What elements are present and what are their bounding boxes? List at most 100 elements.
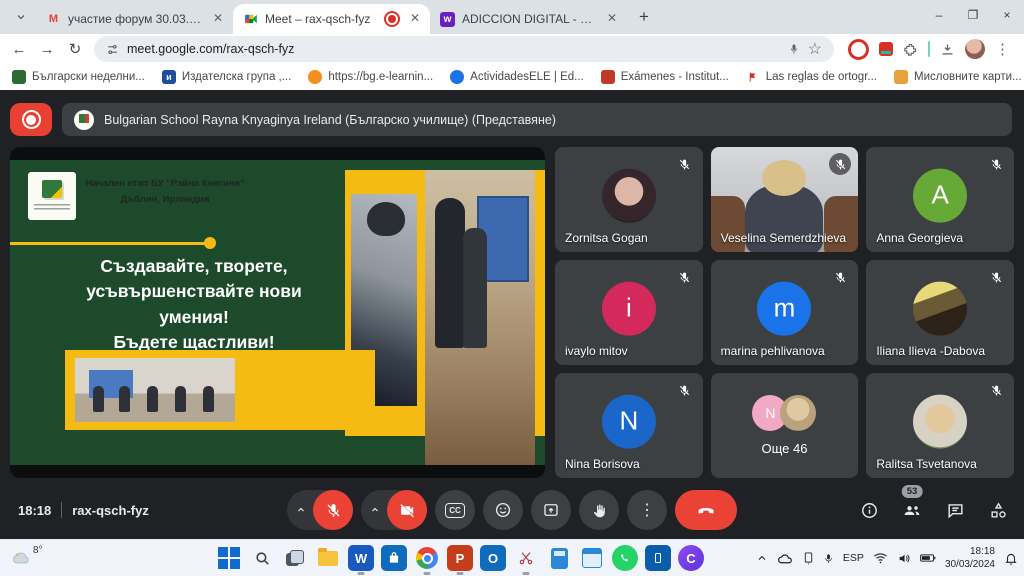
tab-close-icon[interactable]: ✕ [407, 11, 423, 27]
bookmark-favicon-icon [308, 70, 322, 84]
extensions-puzzle-icon[interactable] [903, 42, 918, 57]
calendar-button[interactable] [579, 545, 605, 571]
snipping-tool-button[interactable] [513, 545, 539, 571]
outlook-app-button[interactable]: O [480, 545, 506, 571]
profile-avatar[interactable] [965, 39, 985, 59]
chat-panel-button[interactable] [943, 498, 967, 522]
tray-expand-chevron-icon[interactable] [756, 552, 768, 564]
recording-indicator-button[interactable] [10, 103, 52, 136]
bookmark-item[interactable]: https://bg.e-learnin... [308, 70, 433, 84]
back-button[interactable]: ← [6, 36, 32, 62]
adblock-extension-icon[interactable] [848, 39, 869, 60]
tab-gmail-forum[interactable]: M участие форум 30.03. - asocia ✕ [36, 4, 233, 34]
presentation-title-bar: Bulgarian School Rayna Knyaginya Ireland… [62, 103, 1012, 136]
bookmarks-bar: Български неделни... и Издателска група … [0, 64, 1024, 90]
camera-control-group [361, 490, 427, 530]
bookmark-item[interactable]: Exámenes - Institut... [601, 70, 729, 84]
participant-tile[interactable]: Zornitsa Gogan [555, 147, 703, 252]
address-bar[interactable]: meet.google.com/rax-qsch-fyz ☆ [94, 36, 834, 62]
start-button[interactable] [216, 545, 242, 571]
raise-hand-button[interactable] [579, 490, 619, 530]
slide-title-text: Създавайте, творете, усъвършенствайте но… [24, 254, 364, 356]
bookmark-item[interactable]: и Издателска група ,... [162, 70, 291, 84]
participant-avatar-letter: N [602, 394, 656, 448]
activities-button[interactable] [986, 498, 1010, 522]
overflow-avatar-photo [780, 395, 816, 431]
search-button[interactable] [249, 545, 275, 571]
taskbar-weather-widget[interactable]: 8° [10, 548, 43, 568]
downloads-icon[interactable] [940, 42, 955, 57]
camera-options-chevron-icon[interactable] [363, 504, 387, 516]
bookmark-item[interactable]: Български неделни... [12, 70, 145, 84]
participant-tile[interactable]: N Nina Borisova [555, 373, 703, 478]
mic-off-icon [985, 266, 1007, 288]
bookmark-item[interactable]: Мисловните карти... [894, 70, 1022, 84]
new-tab-button[interactable]: + [631, 4, 657, 30]
mic-options-chevron-icon[interactable] [289, 504, 313, 516]
bookmark-star-icon[interactable]: ☆ [808, 39, 822, 59]
browser-menu-icon[interactable]: ⋮ [995, 40, 1010, 58]
tab-wordwall[interactable]: w ADICCION DIGITAL - Resultado ✕ [430, 4, 627, 34]
tab-search-button[interactable] [8, 4, 34, 30]
mic-off-icon [985, 379, 1007, 401]
whatsapp-button[interactable] [612, 545, 638, 571]
device-icon[interactable] [803, 551, 814, 565]
mic-toggle-button-muted[interactable] [313, 490, 353, 530]
class-group-photo [75, 358, 235, 422]
window-close-button[interactable]: × [990, 0, 1024, 30]
wifi-icon[interactable] [873, 552, 888, 564]
meeting-details-button[interactable] [857, 498, 881, 522]
participant-tile[interactable]: Ralitsa Tsvetanova [866, 373, 1014, 478]
tray-mic-icon[interactable] [823, 552, 834, 565]
participant-tile[interactable]: A Anna Georgieva [866, 147, 1014, 252]
url-text[interactable]: meet.google.com/rax-qsch-fyz [127, 42, 780, 56]
people-panel-button[interactable]: 53 [900, 498, 924, 522]
microsoft-store-button[interactable] [381, 545, 407, 571]
participant-tile[interactable]: m marina pehlivanova [711, 260, 859, 365]
bookmark-item[interactable]: Las reglas de ortogr... [746, 70, 877, 84]
red-extension-icon[interactable] [879, 42, 893, 56]
reactions-button[interactable] [483, 490, 523, 530]
extension-area: ⋮ [840, 39, 1018, 60]
site-settings-icon[interactable] [106, 43, 119, 56]
end-call-button[interactable] [675, 490, 737, 530]
participant-tile-video[interactable]: Veselina Semerdzhieva [711, 147, 859, 252]
bookmark-flag-icon [746, 70, 760, 84]
captions-button[interactable]: CC [435, 490, 475, 530]
overflow-participants-tile[interactable]: N Още 46 [711, 373, 859, 478]
task-view-button[interactable] [282, 545, 308, 571]
powerpoint-app-button[interactable]: P [447, 545, 473, 571]
participant-name: Anna Georgieva [876, 231, 963, 245]
camera-toggle-button-off[interactable] [387, 490, 427, 530]
meeting-time: 18:18 [18, 503, 51, 518]
phone-link-button[interactable] [645, 545, 671, 571]
taskbar-icons: W P O C [216, 545, 704, 571]
window-restore-button[interactable]: ❐ [956, 0, 990, 30]
bookmark-item[interactable]: ActividadesELE | Ed... [450, 70, 584, 84]
participant-tile[interactable]: i ivaylo mitov [555, 260, 703, 365]
reload-button[interactable]: ↻ [62, 36, 88, 62]
chrome-button[interactable] [414, 545, 440, 571]
recording-icon [22, 110, 41, 129]
battery-icon[interactable] [920, 553, 936, 563]
slide-header-line2: Дъблин, Ирландия [80, 192, 250, 208]
tab-close-icon[interactable]: ✕ [604, 11, 620, 27]
window-minimize-button[interactable]: – [922, 0, 956, 30]
more-options-button[interactable]: ⋮ [627, 490, 667, 530]
onedrive-icon[interactable] [777, 552, 794, 565]
forward-button[interactable]: → [34, 36, 60, 62]
tab-meet-active[interactable]: Meet – rax-qsch-fyz ✕ [233, 4, 430, 34]
volume-icon[interactable] [897, 552, 911, 565]
voice-search-icon[interactable] [788, 43, 800, 55]
file-explorer-button[interactable] [315, 545, 341, 571]
participant-tile[interactable]: Iliana Ilieva -Dabova [866, 260, 1014, 365]
language-indicator[interactable]: ESP [843, 552, 864, 564]
present-screen-button[interactable] [531, 490, 571, 530]
taskbar-clock[interactable]: 18:18 30/03/2024 [945, 545, 995, 571]
word-app-button[interactable]: W [348, 545, 374, 571]
presentation-tile[interactable]: Начален етап БУ “Райна Княгиня” Дъблин, … [10, 147, 545, 478]
clipchamp-button[interactable]: C [678, 545, 704, 571]
notifications-bell-icon[interactable] [1004, 551, 1018, 566]
tab-close-icon[interactable]: ✕ [210, 11, 226, 27]
calculator-button[interactable] [546, 545, 572, 571]
